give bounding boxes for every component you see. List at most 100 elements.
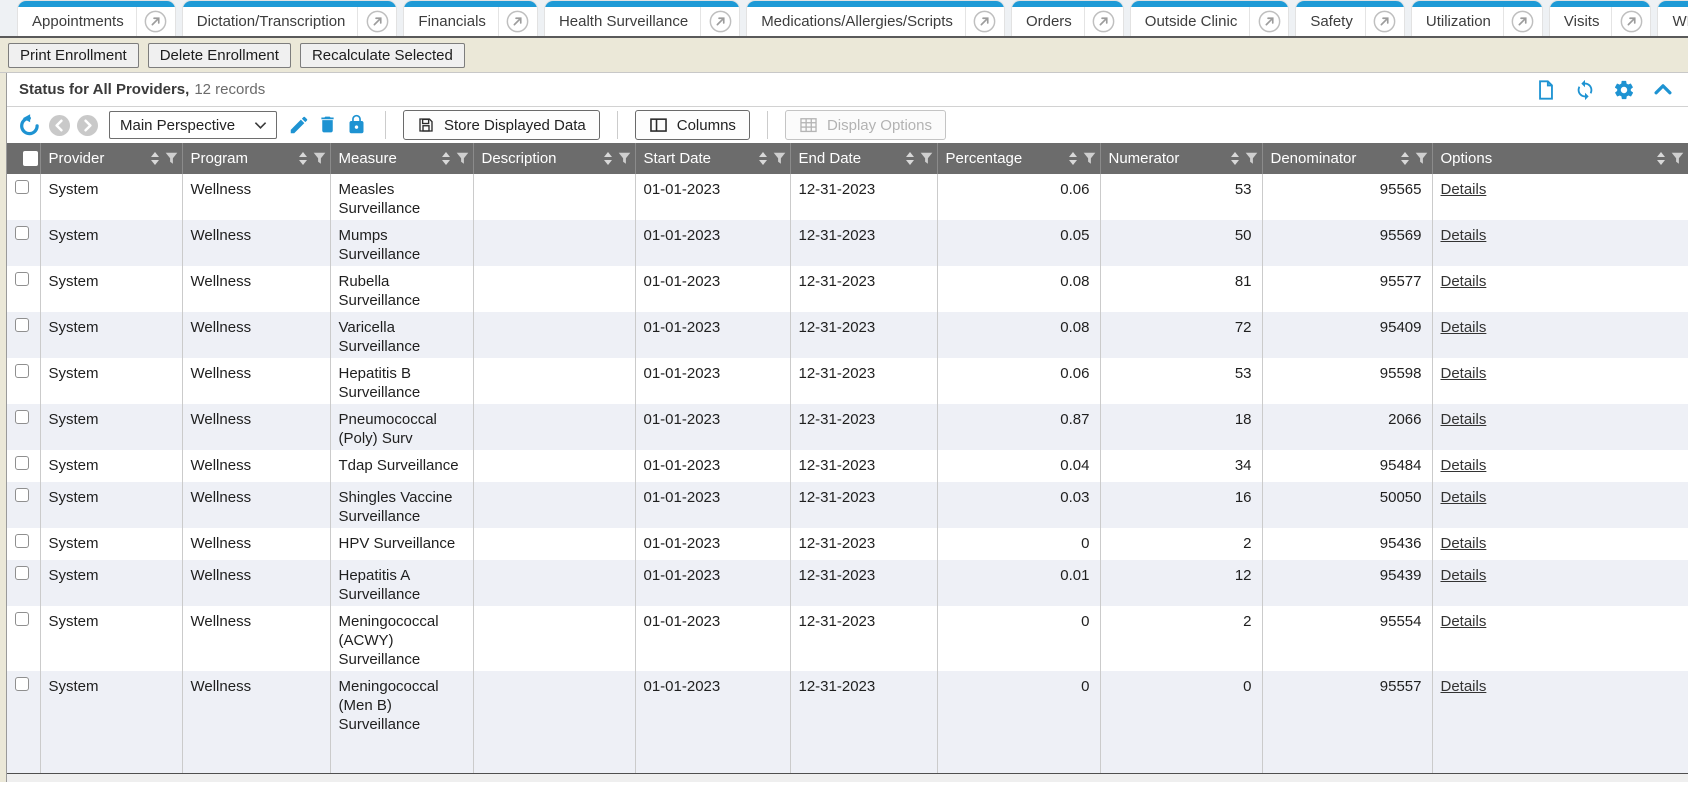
- store-displayed-data-button[interactable]: Store Displayed Data: [403, 110, 600, 140]
- open-in-new-icon[interactable]: [1612, 10, 1650, 33]
- module-tab[interactable]: WR Case Mgmt: [1658, 1, 1688, 36]
- sort-arrows-icon[interactable]: [906, 152, 914, 165]
- sort-arrows-icon[interactable]: [151, 152, 159, 165]
- details-link[interactable]: Details: [1441, 457, 1487, 474]
- details-link[interactable]: Details: [1441, 273, 1487, 290]
- details-link[interactable]: Details: [1441, 489, 1487, 506]
- collapse-chevron-up-icon[interactable]: [1652, 79, 1674, 101]
- open-in-new-icon[interactable]: [1504, 10, 1542, 33]
- filter-funnel-icon[interactable]: [920, 152, 933, 165]
- details-link[interactable]: Details: [1441, 678, 1487, 695]
- row-checkbox[interactable]: [15, 566, 29, 580]
- column-header[interactable]: Numerator: [1100, 143, 1262, 174]
- module-tab[interactable]: Health Surveillance: [545, 1, 739, 36]
- module-tab[interactable]: Medications/Allergies/Scripts: [747, 1, 1004, 36]
- open-in-new-icon[interactable]: [966, 10, 1004, 33]
- cell-numerator: 50: [1100, 220, 1262, 266]
- details-link[interactable]: Details: [1441, 535, 1487, 552]
- module-tab[interactable]: Outside Clinic: [1131, 1, 1289, 36]
- filter-funnel-icon[interactable]: [1083, 152, 1096, 165]
- sort-arrows-icon[interactable]: [1069, 152, 1077, 165]
- horizontal-scrollbar[interactable]: [7, 773, 1688, 782]
- column-header[interactable]: Options: [1432, 143, 1688, 174]
- module-tab[interactable]: Appointments: [18, 1, 175, 36]
- filter-funnel-icon[interactable]: [456, 152, 469, 165]
- sort-arrows-icon[interactable]: [604, 152, 612, 165]
- module-tab[interactable]: Financials: [404, 1, 537, 36]
- open-in-new-icon[interactable]: [499, 10, 537, 33]
- blank-page-icon[interactable]: [1535, 79, 1557, 101]
- columns-button[interactable]: Columns: [635, 110, 750, 140]
- column-header[interactable]: Percentage: [937, 143, 1100, 174]
- action-button[interactable]: Delete Enrollment: [148, 43, 291, 68]
- column-header[interactable]: End Date: [790, 143, 937, 174]
- perspective-select[interactable]: Main Perspective: [109, 111, 277, 139]
- undo-icon[interactable]: [17, 113, 42, 138]
- sort-arrows-icon[interactable]: [1231, 152, 1239, 165]
- row-checkbox[interactable]: [15, 226, 29, 240]
- details-link[interactable]: Details: [1441, 319, 1487, 336]
- sort-arrows-icon[interactable]: [442, 152, 450, 165]
- module-tab[interactable]: Utilization: [1412, 1, 1542, 36]
- sort-arrows-icon[interactable]: [759, 152, 767, 165]
- module-tab[interactable]: Orders: [1012, 1, 1123, 36]
- details-link[interactable]: Details: [1441, 613, 1487, 630]
- forward-button[interactable]: [77, 115, 98, 136]
- column-header[interactable]: Program: [182, 143, 330, 174]
- row-checkbox[interactable]: [15, 456, 29, 470]
- action-button[interactable]: Print Enrollment: [8, 43, 139, 68]
- filter-funnel-icon[interactable]: [773, 152, 786, 165]
- select-all-checkbox[interactable]: [23, 151, 38, 166]
- column-header[interactable]: Description: [473, 143, 635, 174]
- details-link[interactable]: Details: [1441, 181, 1487, 198]
- select-all-header: [7, 143, 40, 174]
- filter-funnel-icon[interactable]: [618, 152, 631, 165]
- module-tab[interactable]: Visits: [1550, 1, 1651, 36]
- open-in-new-icon[interactable]: [358, 10, 396, 33]
- open-in-new-icon[interactable]: [137, 10, 175, 33]
- sort-arrows-icon[interactable]: [1401, 152, 1409, 165]
- module-tab[interactable]: Dictation/Transcription: [183, 1, 397, 36]
- filter-funnel-icon[interactable]: [1245, 152, 1258, 165]
- filter-funnel-icon[interactable]: [313, 152, 326, 165]
- row-checkbox[interactable]: [15, 612, 29, 626]
- column-header[interactable]: Provider: [40, 143, 182, 174]
- row-checkbox[interactable]: [15, 318, 29, 332]
- details-link[interactable]: Details: [1441, 411, 1487, 428]
- edit-pencil-icon[interactable]: [288, 114, 310, 136]
- column-header[interactable]: Denominator: [1262, 143, 1432, 174]
- filter-funnel-icon[interactable]: [1671, 152, 1684, 165]
- details-link[interactable]: Details: [1441, 365, 1487, 382]
- cell-provider: System: [40, 220, 182, 266]
- sort-arrows-icon[interactable]: [299, 152, 307, 165]
- row-checkbox[interactable]: [15, 410, 29, 424]
- open-in-new-icon[interactable]: [701, 10, 739, 33]
- row-checkbox[interactable]: [15, 272, 29, 286]
- row-checkbox[interactable]: [15, 488, 29, 502]
- column-header[interactable]: Start Date: [635, 143, 790, 174]
- back-button[interactable]: [49, 115, 70, 136]
- details-link[interactable]: Details: [1441, 227, 1487, 244]
- table-header-row: Provider Program Measure: [7, 143, 1688, 174]
- gear-icon[interactable]: [1613, 79, 1635, 101]
- column-header[interactable]: Measure: [330, 143, 473, 174]
- action-button[interactable]: Recalculate Selected: [300, 43, 465, 68]
- details-link[interactable]: Details: [1441, 567, 1487, 584]
- sort-arrows-icon[interactable]: [1657, 152, 1665, 165]
- module-tab[interactable]: Safety: [1296, 1, 1404, 36]
- row-checkbox[interactable]: [15, 364, 29, 378]
- cell-provider: System: [40, 560, 182, 606]
- row-checkbox[interactable]: [15, 180, 29, 194]
- row-checkbox[interactable]: [15, 677, 29, 691]
- filter-funnel-icon[interactable]: [1415, 152, 1428, 165]
- open-in-new-icon[interactable]: [1366, 10, 1404, 33]
- cell-description: [473, 358, 635, 404]
- tab-label: Visits: [1550, 13, 1612, 30]
- filter-funnel-icon[interactable]: [165, 152, 178, 165]
- lock-icon[interactable]: [346, 114, 368, 136]
- open-in-new-icon[interactable]: [1250, 10, 1288, 33]
- row-checkbox[interactable]: [15, 534, 29, 548]
- open-in-new-icon[interactable]: [1085, 10, 1123, 33]
- refresh-icon[interactable]: [1574, 79, 1596, 101]
- trash-icon[interactable]: [317, 114, 339, 136]
